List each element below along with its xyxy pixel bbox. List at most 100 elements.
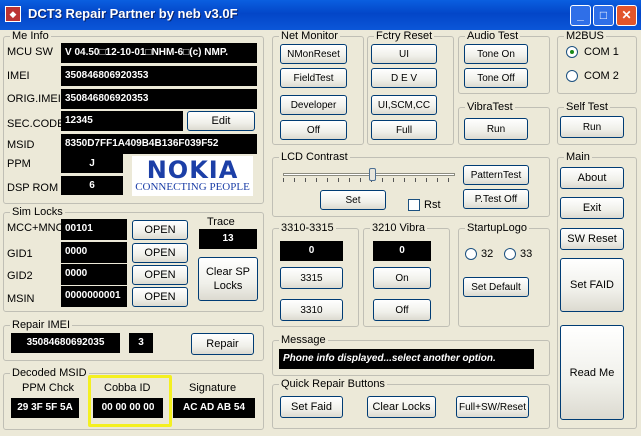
startup-logo-32-radio[interactable] (465, 248, 477, 260)
vibra-3210-on-button[interactable]: On (373, 267, 431, 289)
pattern-test-button[interactable]: PatternTest (463, 165, 529, 185)
sim-lock-label: GID2 (7, 270, 33, 282)
fctry-reset-full-button[interactable]: Full (371, 120, 437, 140)
slider-tick (404, 178, 405, 182)
fctry-reset-dev-button[interactable]: D E V (371, 68, 437, 88)
audio-test-legend: Audio Test (465, 30, 521, 42)
sim-lock-open-button[interactable]: OPEN (132, 243, 188, 263)
sim-lock-label: MSIN (7, 293, 35, 305)
rst-label: Rst (424, 199, 441, 211)
box-3310-legend: 3310-3315 (279, 222, 336, 234)
trace-display: 13 (199, 229, 257, 249)
read-me-button[interactable]: Read Me (560, 325, 624, 420)
slider-tick (360, 178, 361, 182)
startup-logo-33-label: 33 (520, 248, 533, 260)
repair-imei-display: 35084680692035 (11, 333, 120, 353)
cobba-id-highlight (88, 375, 172, 427)
contrast-slider-thumb[interactable] (369, 168, 376, 181)
exit-button[interactable]: Exit (560, 197, 624, 219)
ppm-chck-label: PPM Chck (22, 382, 74, 394)
app-icon: ◆ (5, 6, 21, 22)
contrast-set-button[interactable]: Set (320, 190, 386, 210)
sim-lock-open-button[interactable]: OPEN (132, 220, 188, 240)
sim-lock-open-button[interactable]: OPEN (132, 265, 188, 285)
startup-logo-33-radio[interactable] (504, 248, 516, 260)
field-test-button[interactable]: FieldTest (280, 68, 347, 88)
quick-repair-legend: Quick Repair Buttons (279, 378, 387, 390)
message-display: Phone info displayed...select another op… (279, 349, 534, 369)
sec-code-label: SEC.CODE (7, 118, 65, 130)
trace-label: Trace (207, 216, 235, 228)
developer-button[interactable]: Developer (280, 95, 347, 115)
tone-on-button[interactable]: Tone On (464, 44, 528, 64)
title-bar[interactable]: ◆ DCT3 Repair Partner by neb v3.0F _ □ ✕ (0, 0, 641, 30)
sim-lock-value: 0000000001 (61, 286, 127, 307)
set-default-button[interactable]: Set Default (463, 277, 529, 297)
fctry-reset-ui-scm-cc-button[interactable]: UI,SCM,CC (371, 95, 437, 115)
self-test-run-button[interactable]: Run (560, 116, 624, 138)
repair-button[interactable]: Repair (191, 333, 254, 355)
slider-tick (448, 178, 449, 182)
orig-imei-label: ORIG.IMEI (7, 93, 61, 105)
edit-button[interactable]: Edit (187, 111, 255, 131)
repair-imei-legend: Repair IMEI (10, 319, 73, 331)
quick-set-faid-button[interactable]: Set Faid (280, 396, 343, 418)
startup-logo-legend: StartupLogo (465, 222, 529, 234)
message-legend: Message (279, 334, 328, 346)
sim-lock-value: 00101 (61, 219, 127, 240)
slider-tick (349, 178, 350, 182)
about-button[interactable]: About (560, 167, 624, 189)
ppm-chck-display: 29 3F 5F 5A (11, 398, 79, 418)
full-sw-reset-button[interactable]: Full+SW/Reset (456, 396, 529, 418)
msid-label: MSID (7, 139, 35, 151)
contrast-slider[interactable] (283, 168, 455, 182)
slider-tick (382, 178, 383, 182)
com1-radio[interactable] (566, 46, 578, 58)
quick-clear-locks-button[interactable]: Clear Locks (367, 396, 436, 418)
startup-logo-32-label: 32 (481, 248, 494, 260)
slider-tick (316, 178, 317, 182)
clear-sp-locks-button[interactable]: Clear SP Locks (198, 257, 258, 301)
rst-checkbox[interactable] (408, 199, 420, 211)
imei-display: 350846806920353 (61, 66, 257, 86)
dsp-rom-display: 6 (61, 176, 123, 195)
tone-off-button[interactable]: Tone Off (464, 68, 528, 88)
sim-lock-value: 0000 (61, 264, 127, 285)
lcd-contrast-legend: LCD Contrast (279, 151, 350, 163)
close-button[interactable]: ✕ (616, 5, 637, 26)
clear-sp-locks-label-line1: Clear SP (205, 266, 251, 278)
sw-reset-button[interactable]: SW Reset (560, 228, 624, 250)
nokia-logo-text: NOKIA (146, 156, 239, 184)
vibra-3210-off-button[interactable]: Off (373, 299, 431, 321)
imei-label: IMEI (7, 70, 30, 82)
net-monitor-legend: Net Monitor (279, 30, 340, 42)
nmon-reset-button[interactable]: NMonReset (280, 44, 347, 64)
vibra-run-button[interactable]: Run (464, 118, 528, 140)
orig-imei-display: 350846806920353 (61, 89, 257, 109)
mcu-sw-label: MCU SW (7, 46, 53, 58)
sim-lock-open-button[interactable]: OPEN (132, 287, 188, 307)
vibra-test-legend: VibraTest (465, 101, 515, 113)
decoded-msid-legend: Decoded MSID (10, 367, 89, 379)
minimize-button[interactable]: _ (570, 5, 591, 26)
pattern-test-off-button[interactable]: P.Test Off (463, 189, 529, 209)
ppm-display: J (61, 154, 123, 173)
slider-tick (437, 178, 438, 182)
fctry-reset-ui-button[interactable]: UI (371, 44, 437, 64)
sim-lock-value: 0000 (61, 242, 127, 263)
net-monitor-off-button[interactable]: Off (280, 120, 347, 140)
set-faid-button[interactable]: Set FAID (560, 258, 624, 312)
box-3315-button[interactable]: 3315 (280, 267, 343, 289)
nokia-logo: NOKIA CONNECTING PEOPLE (132, 156, 253, 196)
maximize-button[interactable]: □ (593, 5, 614, 26)
self-test-legend: Self Test (564, 101, 610, 113)
ppm-label: PPM (7, 158, 31, 170)
repair-imei-check-digit: 3 (129, 333, 153, 353)
msid-display: 8350D7FF1A409B4B136F039F52 (61, 134, 257, 154)
vibra-3210-legend: 3210 Vibra (370, 222, 428, 234)
sim-lock-label: GID1 (7, 248, 33, 260)
box-3310-button[interactable]: 3310 (280, 299, 343, 321)
com2-radio[interactable] (566, 70, 578, 82)
mcu-sw-display: V 04.50□12-10-01□NHM-6□(c) NMP. (61, 43, 257, 63)
sec-code-display: 12345 (61, 111, 183, 131)
